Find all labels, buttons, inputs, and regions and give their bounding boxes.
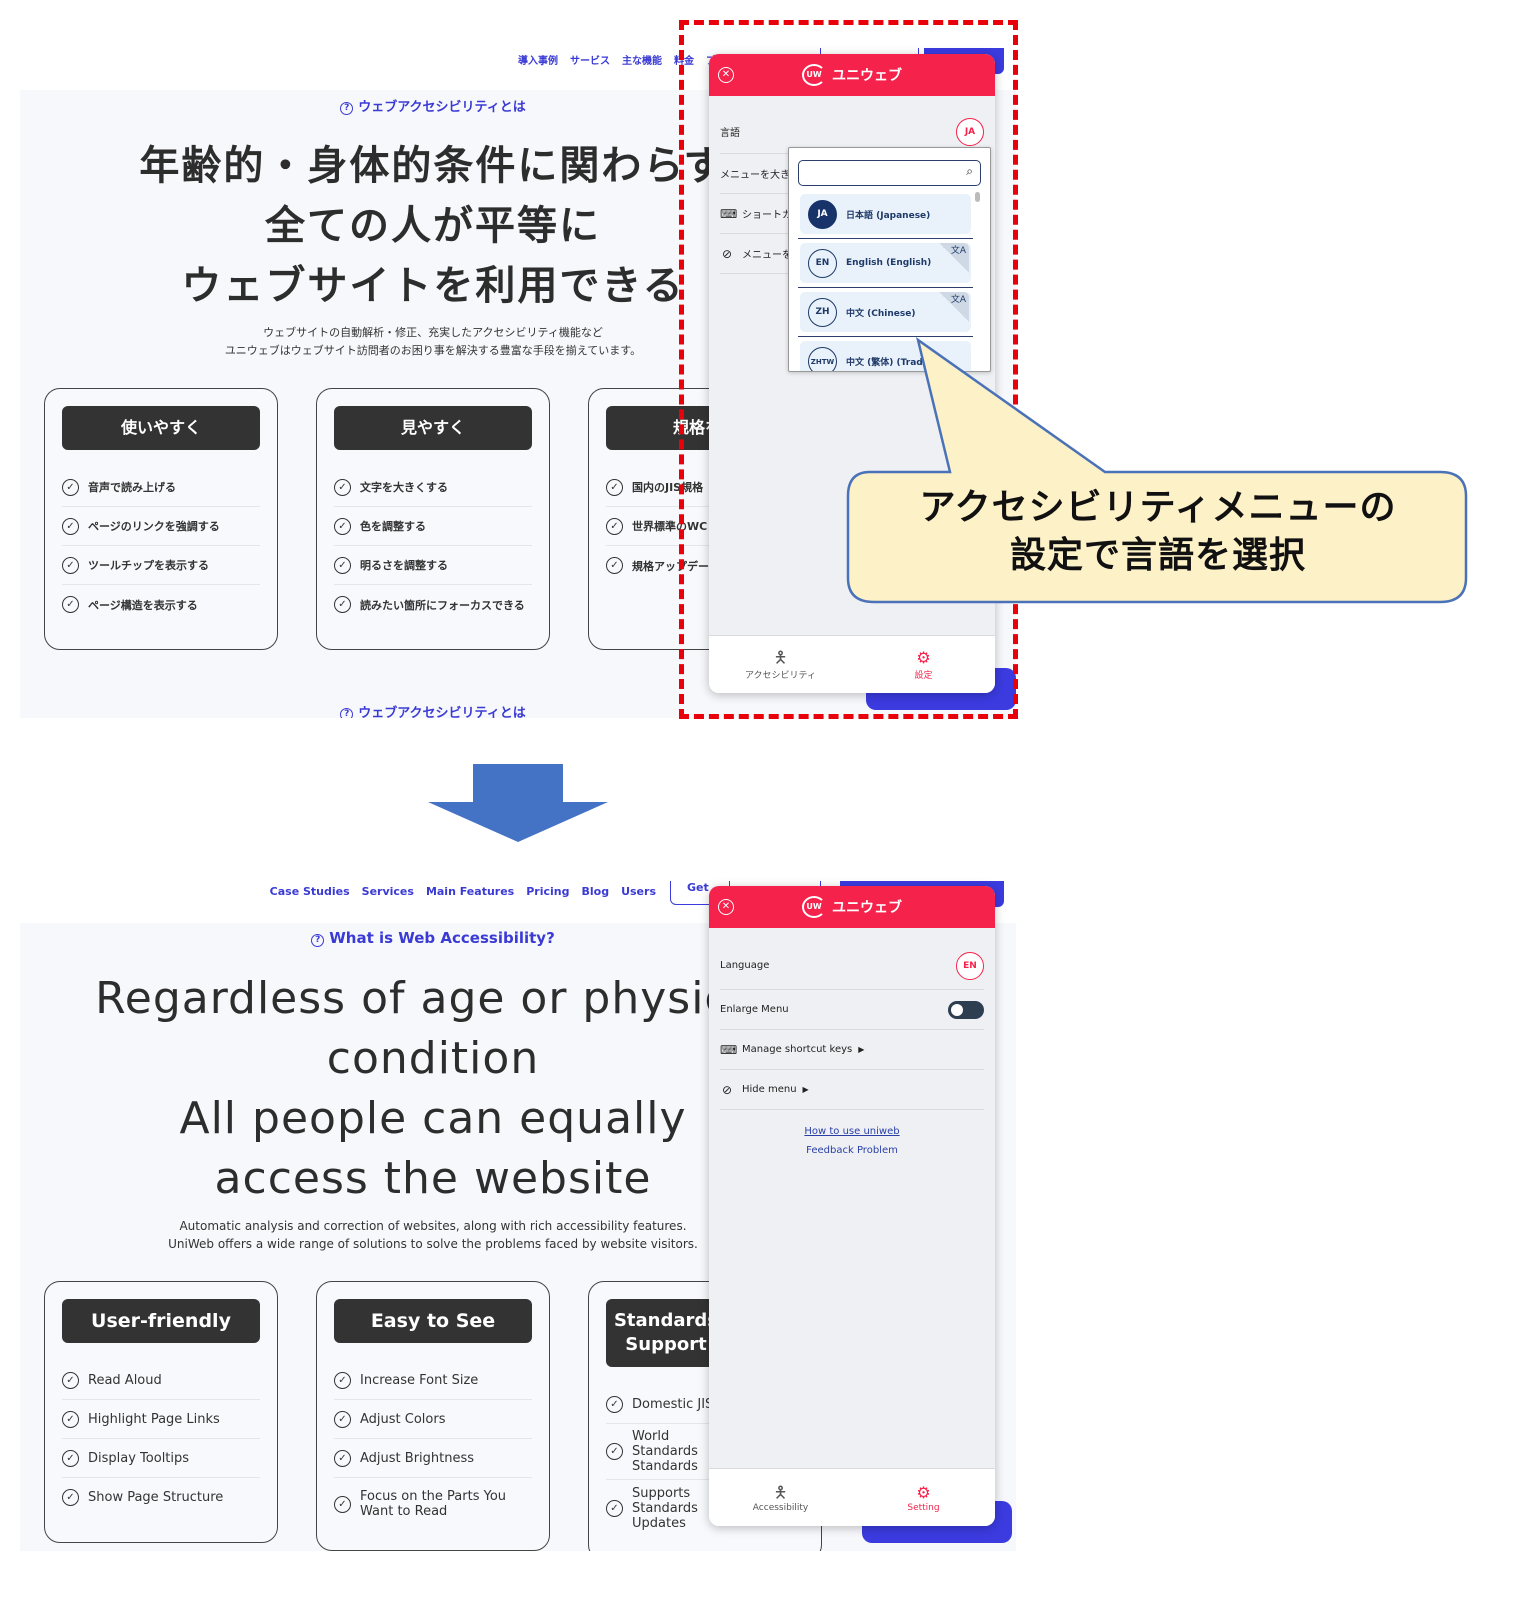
check-circle-icon: ✓ xyxy=(606,1395,623,1413)
card-title: 使いやすく xyxy=(62,406,260,450)
question-icon: ? xyxy=(311,934,325,947)
accessibility-icon: 🯅 xyxy=(773,1482,788,1502)
card-title: 見やすく xyxy=(334,406,532,450)
accessibility-widget: ✕ UW ユニウェブ Language EN Enlarge Menu ⌨ Ma… xyxy=(709,886,995,1526)
language-label: Language xyxy=(720,960,770,971)
nav-link[interactable]: 導入事例 xyxy=(518,52,558,67)
check-circle-icon: ✓ xyxy=(62,596,79,613)
nav-link[interactable]: Users xyxy=(621,885,656,898)
feature-item: ✓ Read Aloud xyxy=(62,1361,260,1400)
tab-settings[interactable]: ⚙ Setting xyxy=(852,1469,995,1526)
feature-item: ✓ 読みたい箇所にフォーカスできる xyxy=(334,585,532,624)
language-badge[interactable]: EN xyxy=(956,951,984,980)
close-icon[interactable]: ✕ xyxy=(718,899,734,915)
check-circle-icon: ✓ xyxy=(606,557,623,574)
nav-links: Case Studies Services Main Features Pric… xyxy=(270,885,656,898)
check-circle-icon: ✓ xyxy=(62,1410,79,1428)
feature-item: ✓ Display Tooltips xyxy=(62,1439,260,1478)
check-circle-icon: ✓ xyxy=(334,1410,351,1428)
feature-item: ✓ Highlight Page Links xyxy=(62,1400,260,1439)
widget-header: ✕ UW ユニウェブ xyxy=(709,886,995,928)
question-icon: ? xyxy=(340,708,354,718)
language-row[interactable]: Language EN xyxy=(720,942,984,990)
feature-item: ✓ 文字を大きくする xyxy=(334,468,532,507)
shortcut-keys-label: Manage shortcut keys xyxy=(742,1044,853,1055)
nav-link[interactable]: Pricing xyxy=(526,885,569,898)
widget-tab-bar: 🯅 Accessibility ⚙ Setting xyxy=(709,1468,995,1526)
feature-item: ✓ 音声で読み上げる xyxy=(62,468,260,507)
check-circle-icon: ✓ xyxy=(62,1371,79,1389)
nav-link[interactable]: サービス xyxy=(570,52,610,67)
shortcut-keys-row[interactable]: ⌨ Manage shortcut keys ▶ xyxy=(720,1030,984,1070)
down-arrow-icon xyxy=(428,764,608,842)
keyboard-off-icon: ⌨ xyxy=(720,1042,738,1057)
check-circle-icon: ✓ xyxy=(334,1371,351,1389)
check-circle-icon: ✓ xyxy=(62,478,79,496)
check-circle-icon: ✓ xyxy=(62,517,79,535)
check-circle-icon: ✓ xyxy=(334,556,351,574)
check-circle-icon: ✓ xyxy=(606,517,623,535)
check-circle-icon: ✓ xyxy=(606,478,623,496)
feature-item: ✓ Adjust Brightness xyxy=(334,1439,532,1478)
check-circle-icon: ✓ xyxy=(334,517,351,535)
feature-item: ✓ ページ構造を表示する xyxy=(62,585,260,624)
nav-link[interactable]: Blog xyxy=(581,885,609,898)
enlarge-menu-row: Enlarge Menu xyxy=(720,990,984,1030)
uniweb-logo-icon: UW xyxy=(802,896,826,918)
caret-right-icon: ▶ xyxy=(858,1045,865,1054)
feature-item: ✓ Increase Font Size xyxy=(334,1361,532,1400)
feature-item: ✓ 色を調整する xyxy=(334,507,532,546)
feature-card: Easy to See ✓ Increase Font Size ✓ Adjust … xyxy=(316,1281,550,1551)
block-icon: ⊘ xyxy=(721,1082,733,1097)
caret-right-icon: ▶ xyxy=(802,1085,809,1094)
feature-card: 見やすく ✓ 文字を大きくする ✓ 色を調整する ✓ 明るさを調整する ✓ 読みたい箇所… xyxy=(316,388,550,650)
question-icon: ? xyxy=(340,102,354,115)
how-to-use-link[interactable]: How to use uniweb xyxy=(709,1122,995,1141)
nav-link[interactable]: Case Studies xyxy=(270,885,350,898)
enlarge-menu-toggle[interactable] xyxy=(948,1000,984,1019)
feature-item: ✓ Show Page Structure xyxy=(62,1478,260,1517)
feature-card: User-friendly ✓ Read Aloud ✓ Highlight Pag… xyxy=(44,1281,278,1543)
check-circle-icon: ✓ xyxy=(62,1489,79,1506)
widget-links: How to use uniweb Feedback Problem xyxy=(709,1122,995,1160)
nav-link[interactable]: Main Features xyxy=(426,885,514,898)
callout-text: アクセシビリティメニューの 設定で言語を選択 xyxy=(919,487,1397,576)
check-circle-icon: ✓ xyxy=(606,1443,623,1460)
feature-item: ✓ 明るさを調整する xyxy=(334,546,532,585)
check-circle-icon: ✓ xyxy=(334,1495,351,1513)
card-title: Easy to See xyxy=(334,1299,532,1343)
card-title: User-friendly xyxy=(62,1299,260,1343)
feature-item: ✓ ツールチップを表示する xyxy=(62,546,260,585)
card-title: Standards Support xyxy=(606,1299,726,1367)
check-circle-icon: ✓ xyxy=(334,1449,351,1467)
widget-brand: ユニウェブ xyxy=(832,900,902,916)
feature-item: ✓ Focus on the Parts You Want to Read xyxy=(334,1478,532,1530)
nav-link[interactable]: Services xyxy=(362,885,414,898)
check-circle-icon: ✓ xyxy=(334,478,351,496)
hide-menu-row[interactable]: ⊘ Hide menu ▶ xyxy=(720,1070,984,1110)
feature-card: 使いやすく ✓ 音声で読み上げる ✓ ページのリンクを強調する ✓ ツールチップを表示… xyxy=(44,388,278,650)
feature-item: ✓ Adjust Colors xyxy=(334,1400,532,1439)
hide-menu-label: Hide menu xyxy=(742,1084,797,1095)
enlarge-menu-label: Enlarge Menu xyxy=(720,1004,789,1015)
check-circle-icon: ✓ xyxy=(334,596,351,613)
feedback-link[interactable]: Feedback Problem xyxy=(709,1141,995,1160)
tab-accessibility[interactable]: 🯅 Accessibility xyxy=(709,1469,852,1526)
nav-link[interactable]: 主な機能 xyxy=(622,52,662,67)
feature-item: ✓ ページのリンクを強調する xyxy=(62,507,260,546)
check-circle-icon: ✓ xyxy=(606,1499,623,1517)
gear-icon: ⚙ xyxy=(916,1482,931,1502)
check-circle-icon: ✓ xyxy=(62,556,79,574)
check-circle-icon: ✓ xyxy=(62,1449,79,1467)
